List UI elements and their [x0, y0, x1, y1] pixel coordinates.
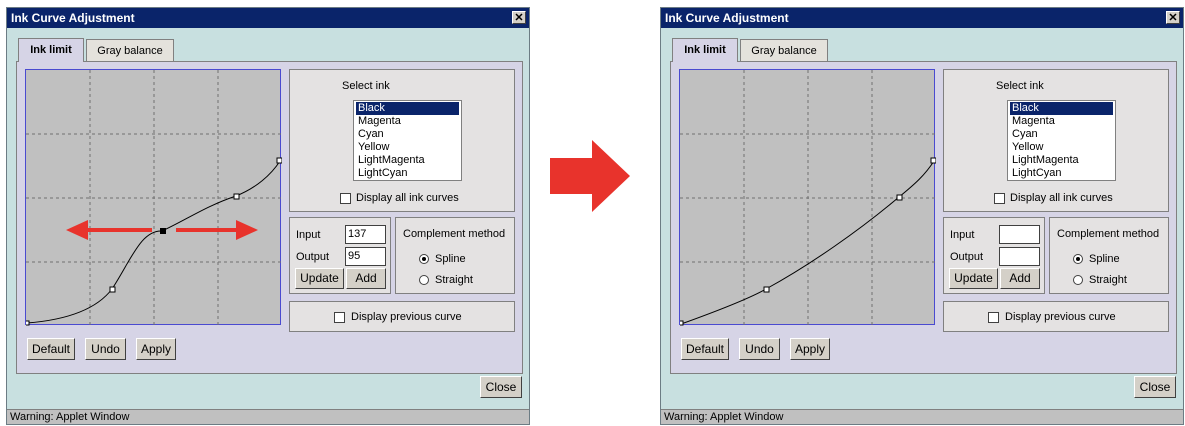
status-bar: Warning: Applet Window: [661, 409, 1183, 424]
undo-button[interactable]: Undo: [85, 338, 126, 360]
transition-arrow-icon: [550, 140, 630, 212]
ink-option-black[interactable]: Black: [356, 102, 459, 115]
add-button[interactable]: Add: [1000, 268, 1040, 289]
undo-button[interactable]: Undo: [739, 338, 780, 360]
spline-label: Spline: [1089, 253, 1120, 265]
move-left-arrow-icon: [66, 220, 152, 240]
dialog-title: Ink Curve Adjustment: [11, 11, 135, 25]
update-button[interactable]: Update: [949, 268, 998, 289]
select-ink-panel: Select ink Black Magenta Cyan Yellow Lig…: [289, 69, 515, 212]
title-bar: Ink Curve Adjustment ✕: [7, 8, 529, 28]
complement-method-label: Complement method: [1057, 228, 1160, 240]
close-icon[interactable]: ✕: [512, 11, 526, 24]
select-ink-label: Select ink: [996, 80, 1044, 92]
dialog-title: Ink Curve Adjustment: [665, 11, 789, 25]
complement-method-label: Complement method: [403, 228, 506, 240]
spline-radio[interactable]: [1073, 254, 1083, 264]
display-previous-panel: Display previous curve: [943, 301, 1169, 332]
straight-radio[interactable]: [419, 275, 429, 285]
complement-method-panel: Complement method Spline Straight: [395, 217, 515, 294]
ink-listbox[interactable]: Black Magenta Cyan Yellow LightMagenta L…: [1007, 100, 1116, 181]
ink-option-magenta[interactable]: Magenta: [1010, 115, 1113, 128]
ink-option-lightcyan[interactable]: LightCyan: [1010, 167, 1113, 180]
status-bar: Warning: Applet Window: [7, 409, 529, 424]
ink-option-yellow[interactable]: Yellow: [1010, 141, 1113, 154]
input-field[interactable]: [999, 225, 1040, 244]
display-all-label: Display all ink curves: [356, 192, 459, 204]
input-label: Input: [296, 229, 321, 241]
control-point: [233, 193, 240, 200]
ink-option-lightmagenta[interactable]: LightMagenta: [356, 154, 459, 167]
display-previous-checkbox[interactable]: [334, 312, 345, 323]
apply-button[interactable]: Apply: [790, 338, 830, 360]
tab-gray-balance[interactable]: Gray balance: [86, 39, 174, 61]
add-button[interactable]: Add: [346, 268, 386, 289]
complement-method-panel: Complement method Spline Straight: [1049, 217, 1169, 294]
control-point: [680, 320, 684, 326]
control-point: [26, 320, 30, 326]
straight-label: Straight: [435, 274, 473, 286]
ink-option-cyan[interactable]: Cyan: [1010, 128, 1113, 141]
select-ink-panel: Select ink Black Magenta Cyan Yellow Lig…: [943, 69, 1169, 212]
output-label: Output: [296, 251, 330, 263]
close-icon[interactable]: ✕: [1166, 11, 1180, 24]
ink-option-lightmagenta[interactable]: LightMagenta: [1010, 154, 1113, 167]
tab-gray-balance[interactable]: Gray balance: [740, 39, 828, 61]
tab-ink-limit[interactable]: Ink limit: [672, 38, 738, 62]
apply-button[interactable]: Apply: [136, 338, 176, 360]
display-all-checkbox[interactable]: [340, 193, 351, 204]
straight-label: Straight: [1089, 274, 1127, 286]
curve-graph[interactable]: [25, 69, 282, 326]
ink-curve-dialog-after: Ink Curve Adjustment ✕ Ink limit Gray ba…: [660, 7, 1184, 425]
close-button[interactable]: Close: [480, 376, 522, 398]
spline-label: Spline: [435, 253, 466, 265]
title-bar: Ink Curve Adjustment ✕: [661, 8, 1183, 28]
ink-option-yellow[interactable]: Yellow: [356, 141, 459, 154]
display-previous-label: Display previous curve: [351, 311, 462, 323]
straight-radio[interactable]: [1073, 275, 1083, 285]
input-output-panel: Input 137 Output 95 Update Add: [289, 217, 391, 294]
move-right-arrow-icon: [176, 220, 258, 240]
ink-curve-dialog-before: Ink Curve Adjustment ✕ Ink limit Gray ba…: [6, 7, 530, 425]
default-button[interactable]: Default: [681, 338, 729, 360]
input-output-panel: Input Output Update Add: [943, 217, 1045, 294]
control-point: [763, 286, 770, 293]
ink-option-black[interactable]: Black: [1010, 102, 1113, 115]
curve-graph[interactable]: [679, 69, 936, 326]
input-label: Input: [950, 229, 975, 241]
ink-option-magenta[interactable]: Magenta: [356, 115, 459, 128]
ink-option-cyan[interactable]: Cyan: [356, 128, 459, 141]
control-point-selected: [160, 228, 166, 234]
ink-limit-panel: Select ink Black Magenta Cyan Yellow Lig…: [670, 61, 1177, 374]
input-field[interactable]: 137: [345, 225, 386, 244]
default-button[interactable]: Default: [27, 338, 75, 360]
close-button[interactable]: Close: [1134, 376, 1176, 398]
output-field[interactable]: [999, 247, 1040, 266]
control-point: [109, 286, 116, 293]
display-previous-checkbox[interactable]: [988, 312, 999, 323]
display-all-checkbox[interactable]: [994, 193, 1005, 204]
tab-ink-limit[interactable]: Ink limit: [18, 38, 84, 62]
display-all-label: Display all ink curves: [1010, 192, 1113, 204]
control-point: [930, 157, 936, 164]
display-previous-label: Display previous curve: [1005, 311, 1116, 323]
update-button[interactable]: Update: [295, 268, 344, 289]
output-label: Output: [950, 251, 984, 263]
output-field[interactable]: 95: [345, 247, 386, 266]
ink-listbox[interactable]: Black Magenta Cyan Yellow LightMagenta L…: [353, 100, 462, 181]
display-previous-panel: Display previous curve: [289, 301, 515, 332]
ink-option-lightcyan[interactable]: LightCyan: [356, 167, 459, 180]
control-point: [276, 157, 282, 164]
ink-limit-panel: Select ink Black Magenta Cyan Yellow Lig…: [16, 61, 523, 374]
control-point: [896, 194, 903, 201]
spline-radio[interactable]: [419, 254, 429, 264]
select-ink-label: Select ink: [342, 80, 390, 92]
